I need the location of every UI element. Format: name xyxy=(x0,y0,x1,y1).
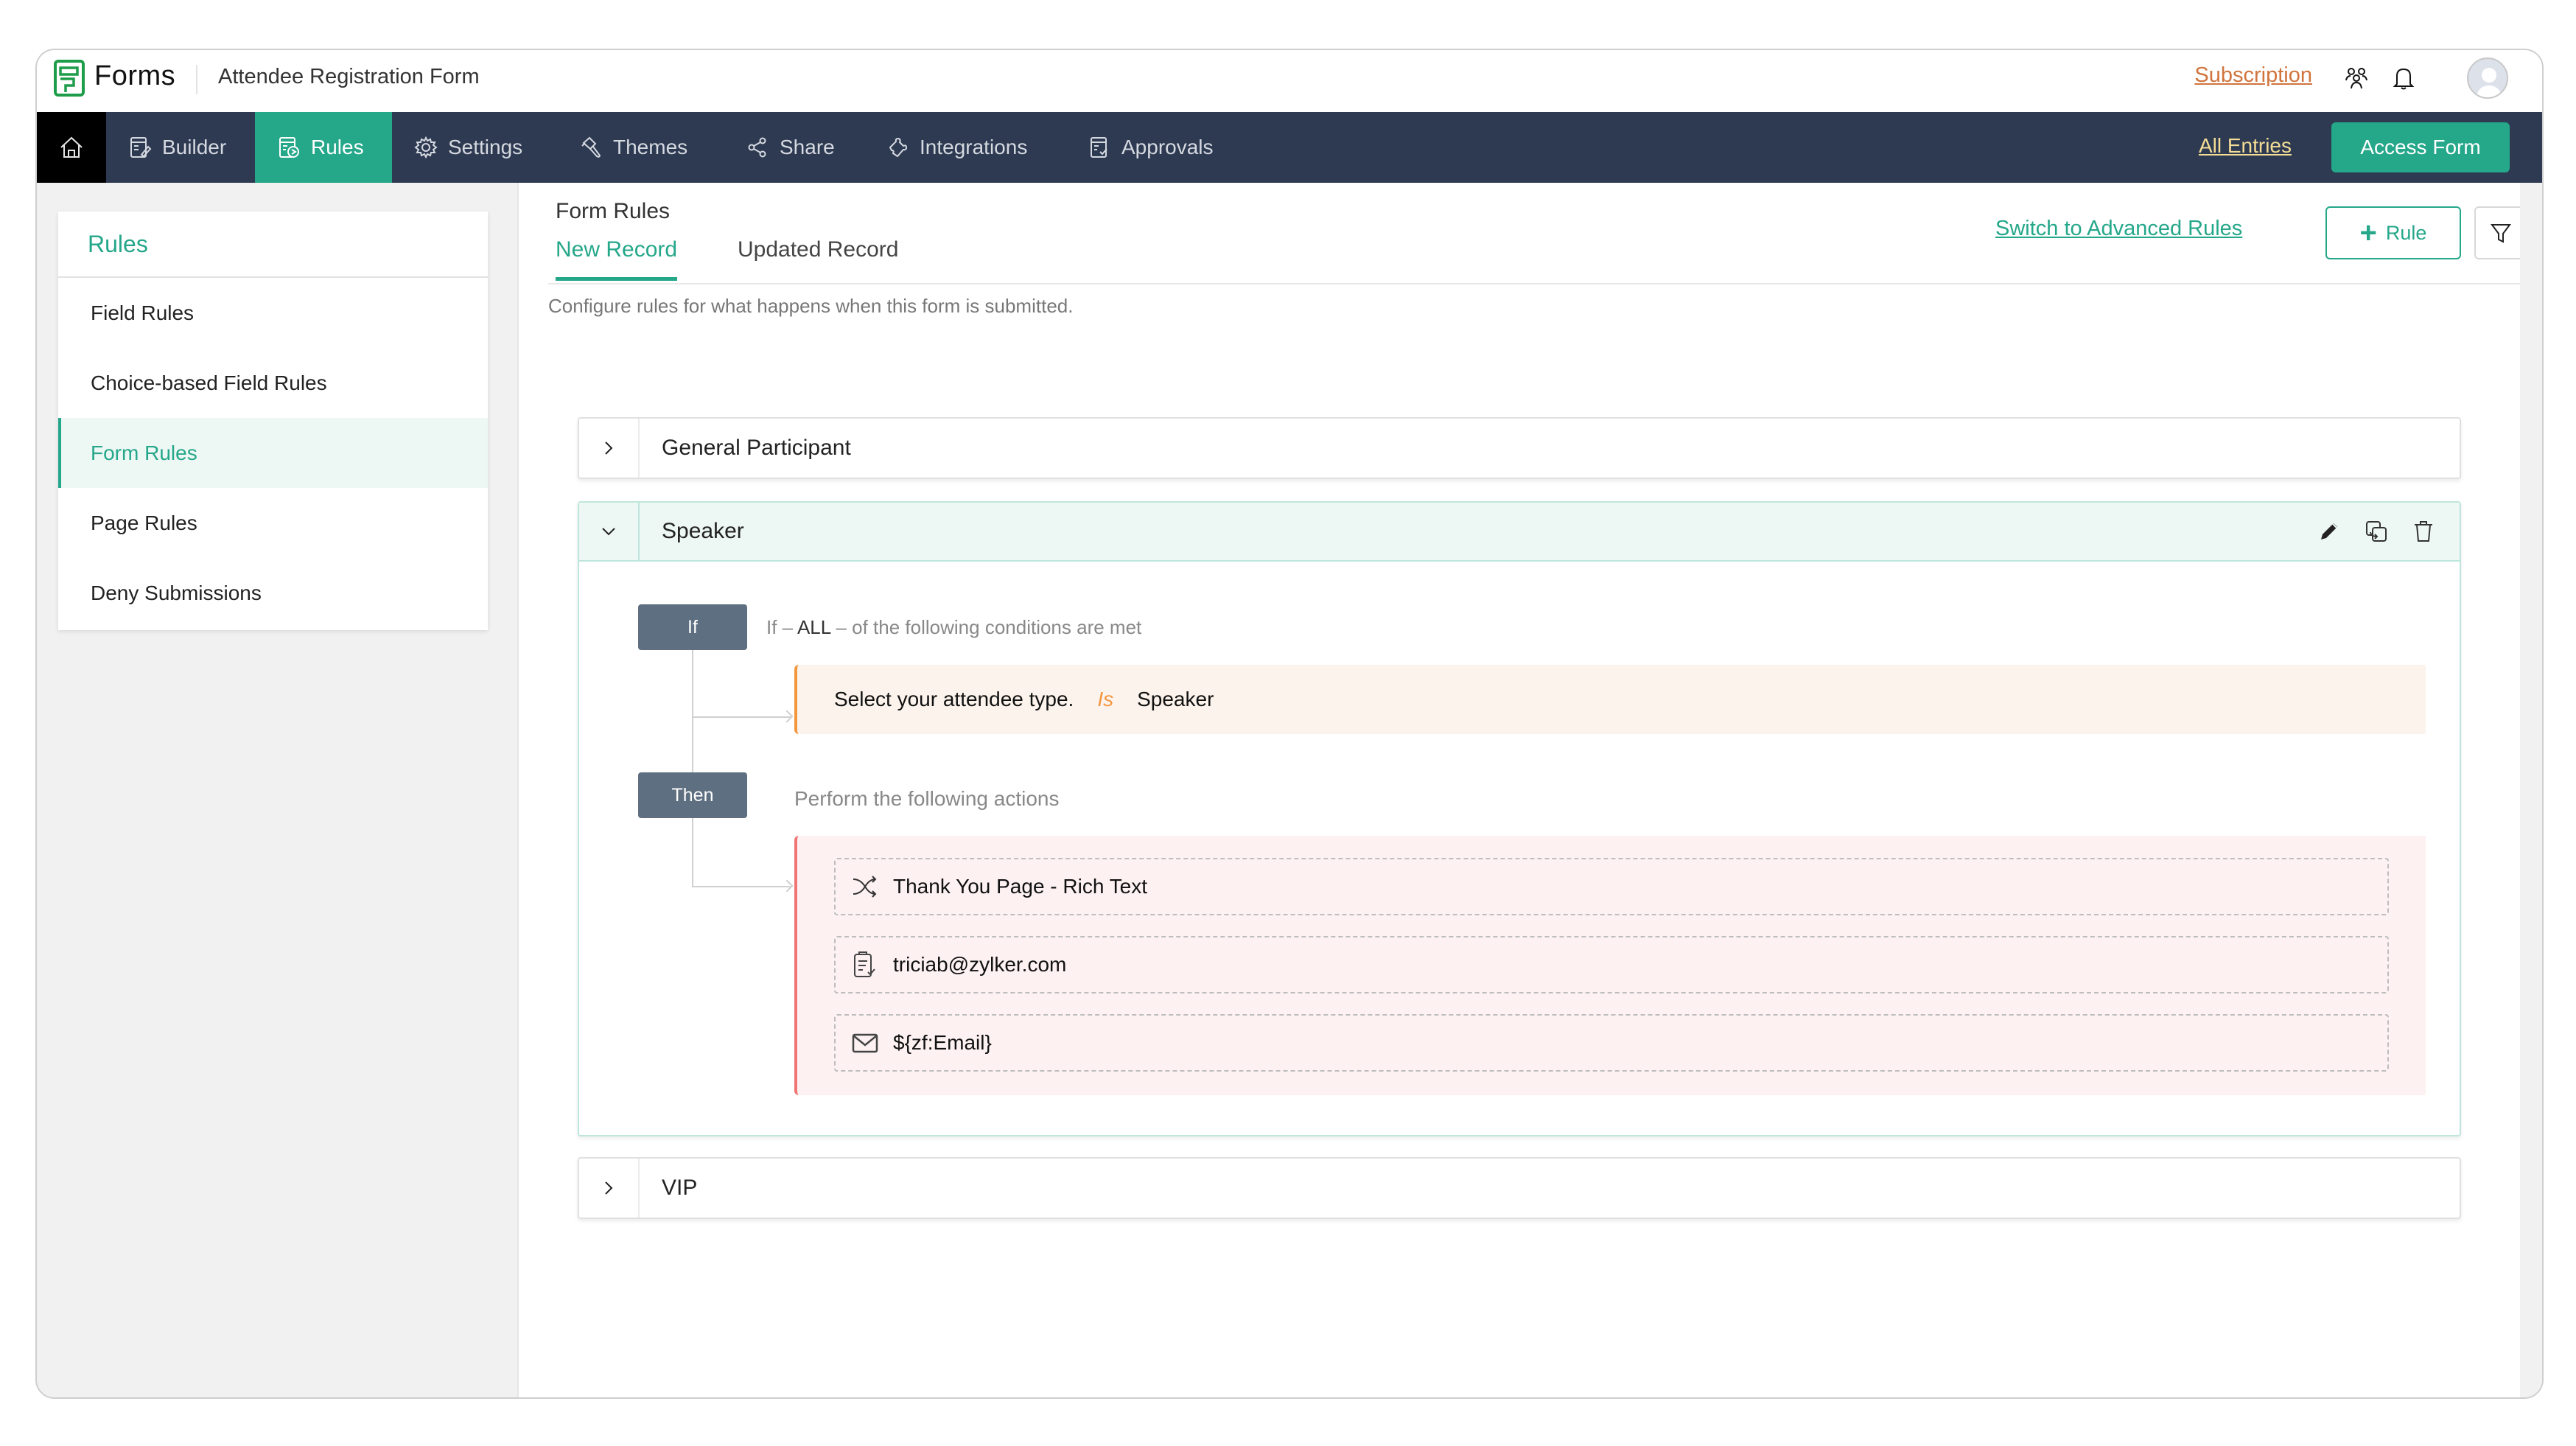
condition-match-type[interactable]: ALL xyxy=(797,616,830,638)
redirect-shuffle-icon xyxy=(853,876,877,898)
action-text: triciab@zylker.com xyxy=(893,953,1067,976)
brand-name: Forms xyxy=(94,60,176,91)
approvals-icon xyxy=(1091,137,1107,158)
bell-icon[interactable] xyxy=(2386,60,2421,96)
tabs-divider xyxy=(548,283,2521,284)
then-badge: Then xyxy=(638,772,747,818)
nav-tab-integrations[interactable]: Integrations xyxy=(864,112,1049,183)
edit-pencil-icon[interactable] xyxy=(2315,517,2343,545)
form-name: Attendee Registration Form xyxy=(218,65,480,88)
nav-tab-label: Settings xyxy=(448,136,523,158)
nav-tab-label: Rules xyxy=(311,136,364,158)
action-item[interactable]: ${zf:Email} xyxy=(834,1014,2389,1072)
rule-name: Speaker xyxy=(662,519,744,543)
if-badge: If xyxy=(638,604,747,650)
filter-icon xyxy=(2491,224,2511,243)
access-form-button[interactable]: Access Form xyxy=(2331,122,2510,172)
add-rule-label: Rule xyxy=(2385,221,2427,244)
chevron-down-icon[interactable] xyxy=(579,503,640,560)
nav-tab-approvals[interactable]: Approvals xyxy=(1065,112,1236,183)
rule-header[interactable]: Speaker xyxy=(579,503,2460,562)
condition-prefix: If – xyxy=(766,616,794,638)
nav-tab-share[interactable]: Share xyxy=(724,112,857,183)
switch-to-advanced-rules-link[interactable]: Switch to Advanced Rules xyxy=(1995,217,2242,241)
actions-heading: Perform the following actions xyxy=(794,787,1060,810)
connector-arrow-icon xyxy=(780,710,794,723)
rule-card-speaker: Speaker If If – ALL – of the following c… xyxy=(578,501,2461,1136)
chevron-right-icon[interactable] xyxy=(579,419,640,478)
connector-line xyxy=(692,818,693,886)
tab-updated-record[interactable]: Updated Record xyxy=(738,237,898,277)
sidebar-item-field-rules[interactable]: Field Rules xyxy=(58,278,488,348)
nav-tab-themes[interactable]: Themes xyxy=(557,112,710,183)
puzzle-icon xyxy=(889,137,908,158)
add-rule-button[interactable]: + Rule xyxy=(2325,206,2461,259)
clipboard-check-icon xyxy=(854,951,875,977)
mail-icon xyxy=(852,1033,878,1053)
nav-tab-rules[interactable]: Rules xyxy=(255,112,392,183)
rule-name: General Participant xyxy=(662,436,851,460)
top-header: Forms Attendee Registration Form Subscri… xyxy=(37,50,2542,112)
main-panel: Form Rules New Record Updated Record Con… xyxy=(517,183,2527,1397)
nav-tab-settings[interactable]: Settings xyxy=(392,112,545,183)
rules-icon xyxy=(279,137,299,158)
connector-arrow-icon xyxy=(780,879,794,893)
tab-new-record[interactable]: New Record xyxy=(556,237,678,281)
connector-line xyxy=(692,650,693,772)
nav-tab-label: Builder xyxy=(162,136,227,158)
condition-suffix: – of the following conditions are met xyxy=(836,616,1142,638)
chevron-right-icon[interactable] xyxy=(579,1159,640,1218)
page-description: Configure rules for what happens when th… xyxy=(548,295,1074,317)
condition-operator: Is xyxy=(1097,688,1114,710)
delete-trash-icon[interactable] xyxy=(2409,517,2437,545)
action-item[interactable]: triciab@zylker.com xyxy=(834,936,2389,993)
gear-icon xyxy=(414,136,438,159)
main-nav: Builder Rules Settings Themes Share Inte… xyxy=(37,112,2542,183)
rule-card-vip: VIP xyxy=(578,1157,2461,1219)
condition-summary: If – ALL – of the following conditions a… xyxy=(766,616,1141,639)
rule-body: If If – ALL – of the following condition… xyxy=(579,562,2460,1135)
action-item[interactable]: Thank You Page - Rich Text xyxy=(834,858,2389,915)
avatar[interactable] xyxy=(2467,57,2508,99)
share-icon xyxy=(748,137,766,158)
actions-box: Thank You Page - Rich Text triciab@zylke… xyxy=(794,836,2426,1095)
plus-icon: + xyxy=(2359,217,2377,249)
paint-brush-icon xyxy=(581,136,601,158)
sidebar-item-page-rules[interactable]: Page Rules xyxy=(58,488,488,558)
duplicate-icon[interactable] xyxy=(2362,517,2390,545)
sidebar-item-form-rules[interactable]: Form Rules xyxy=(58,418,488,488)
forms-logo-icon xyxy=(54,60,85,97)
team-icon[interactable] xyxy=(2339,60,2374,96)
action-text: Thank You Page - Rich Text xyxy=(893,875,1148,898)
sidebar-item-choice-based-field-rules[interactable]: Choice-based Field Rules xyxy=(58,348,488,418)
nav-tab-label: Themes xyxy=(613,136,688,158)
action-text: ${zf:Email} xyxy=(893,1031,992,1054)
sidebar-title: Rules xyxy=(58,212,488,278)
nav-tab-builder[interactable]: Builder xyxy=(106,112,255,183)
nav-tab-label: Share xyxy=(780,136,835,158)
page-title: Form Rules xyxy=(556,199,671,223)
nav-tab-label: Approvals xyxy=(1121,136,1214,158)
subscription-link[interactable]: Subscription xyxy=(2194,63,2312,88)
nav-tab-label: Integrations xyxy=(920,136,1028,158)
scrollbar-track[interactable] xyxy=(2520,183,2542,1397)
app-window: Forms Attendee Registration Form Subscri… xyxy=(35,49,2544,1399)
sidebar-item-deny-submissions[interactable]: Deny Submissions xyxy=(58,558,488,628)
rule-header[interactable]: VIP xyxy=(579,1159,2460,1218)
rule-name: VIP xyxy=(662,1176,698,1200)
builder-icon xyxy=(130,137,152,158)
header-divider xyxy=(196,65,197,94)
condition-row[interactable]: Select your attendee type. Is Speaker xyxy=(794,665,2426,734)
nav-home-button[interactable] xyxy=(37,112,106,183)
rule-card-general-participant: General Participant xyxy=(578,417,2461,479)
connector-line xyxy=(692,886,791,887)
home-icon xyxy=(60,136,83,158)
rules-sidebar: Rules Field Rules Choice-based Field Rul… xyxy=(58,212,488,630)
rule-header[interactable]: General Participant xyxy=(579,419,2460,478)
all-entries-link[interactable]: All Entries xyxy=(2199,134,2292,158)
condition-field: Select your attendee type. xyxy=(834,688,1074,710)
rule-actions xyxy=(2315,517,2460,545)
condition-value: Speaker xyxy=(1137,688,1214,710)
connector-line xyxy=(692,716,791,718)
